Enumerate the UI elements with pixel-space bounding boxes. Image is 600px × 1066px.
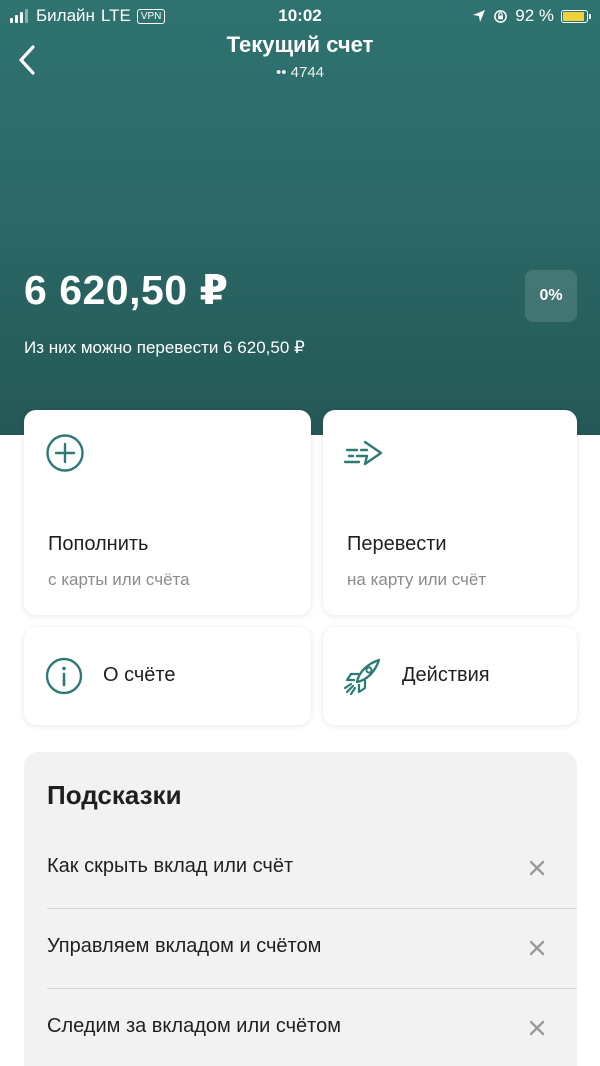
rotation-lock-icon: [494, 9, 508, 23]
hint-label: Управляем вкладом и счётом: [47, 935, 322, 957]
plus-circle-icon: [46, 434, 84, 472]
status-right: 92 %: [472, 6, 591, 26]
hint-item[interactable]: Управляем вкладом и счётом: [47, 908, 577, 988]
actions-card[interactable]: Действия: [323, 627, 577, 725]
arrow-transfer-icon: [343, 440, 383, 466]
interest-rate-badge[interactable]: 0%: [525, 270, 577, 322]
hints-panel: Подсказки Как скрыть вклад или счёт Упра…: [24, 752, 577, 1066]
info-icon: [45, 657, 83, 695]
about-account-label: О счёте: [103, 664, 176, 686]
transfer-title: Перевести: [347, 533, 447, 555]
rocket-icon: [343, 658, 381, 696]
top-up-card[interactable]: Пополнить с карты или счёта: [24, 410, 311, 615]
hint-item[interactable]: Как скрыть вклад или счёт: [47, 828, 577, 908]
close-icon[interactable]: [529, 1020, 545, 1036]
about-account-card[interactable]: О счёте: [24, 627, 311, 725]
hint-item[interactable]: Следим за вкладом или счётом: [47, 988, 577, 1066]
top-up-subtitle: с карты или счёта: [48, 570, 190, 589]
actions-label: Действия: [402, 664, 490, 686]
account-balance: 6 620,50 ₽: [24, 267, 229, 313]
hint-label: Как скрыть вклад или счёт: [47, 855, 294, 877]
hint-label: Следим за вкладом или счётом: [47, 1015, 341, 1037]
available-to-transfer: Из них можно перевести 6 620,50 ₽: [24, 338, 305, 357]
hints-title: Подсказки: [47, 780, 182, 810]
transfer-card[interactable]: Перевести на карту или счёт: [323, 410, 577, 615]
location-icon: [473, 10, 486, 22]
account-number: •• 4744: [275, 64, 325, 81]
close-icon[interactable]: [529, 860, 545, 876]
page-title: Текущий счет: [226, 32, 374, 57]
status-bar: Билайн LTE VPN 10:02 92 %: [0, 0, 600, 32]
close-icon[interactable]: [529, 940, 545, 956]
battery-percent: 92 %: [515, 6, 554, 25]
transfer-subtitle: на карту или счёт: [347, 570, 487, 589]
top-up-title: Пополнить: [48, 533, 149, 555]
battery-icon: [561, 9, 591, 23]
